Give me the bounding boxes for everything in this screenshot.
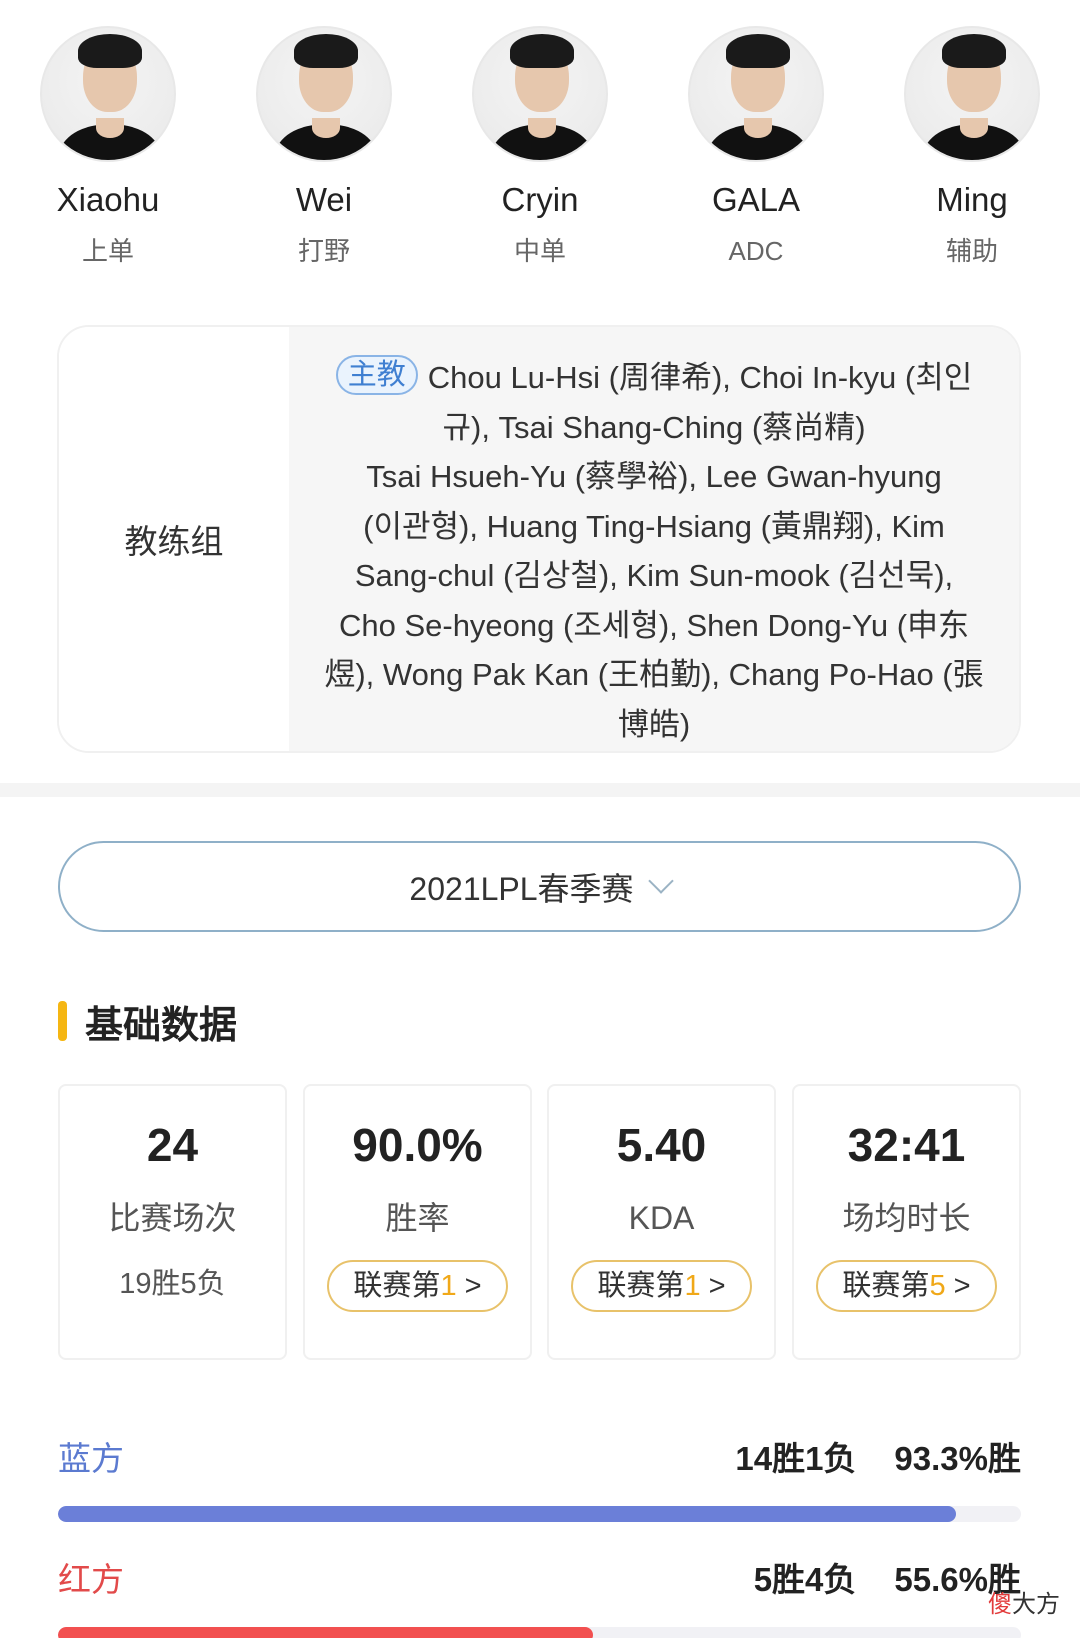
player-name: Ming <box>936 181 1008 218</box>
coach-list: 主教 Chou Lu-Hsi (周律希), Choi In-kyu (최인 규),… <box>289 327 1019 751</box>
section-title: 基础数据 <box>85 1004 238 1047</box>
coach-line: 煜), Wong Pak Kan (王柏勤), Chang Po-Hao (張 <box>324 657 984 692</box>
watermark-char: 傻 <box>988 1591 1012 1618</box>
league-rank-button[interactable]: 联赛第1 > <box>327 1260 508 1312</box>
season-selector[interactable]: 2021LPL春季赛 <box>58 841 1021 932</box>
side-name: 红方 <box>58 1561 124 1598</box>
stat-label: 场均时长 <box>842 1200 971 1236</box>
player-role: 中单 <box>513 236 566 266</box>
stat-value: 24 <box>146 1119 199 1171</box>
rank-number: 5 <box>929 1270 946 1302</box>
player-role: 打野 <box>297 236 350 266</box>
stat-card-duration: 32:41 场均时长 联赛第5 > <box>792 1084 1021 1360</box>
win-rate-track <box>58 1627 1021 1638</box>
stat-record: 19胜5负 <box>119 1268 226 1300</box>
win-rate-fill <box>58 1506 957 1522</box>
chevron-right-icon: > <box>708 1270 726 1302</box>
rank-number: 1 <box>684 1270 701 1302</box>
rank-prefix: 联赛第 <box>353 1270 441 1302</box>
coach-line: 博皓) <box>617 706 691 742</box>
side-name: 蓝方 <box>58 1440 124 1477</box>
avatar <box>40 26 176 162</box>
rank-prefix: 联赛第 <box>597 1270 685 1302</box>
coach-line: 主教 Chou Lu-Hsi (周律希), Choi In-kyu (최인 <box>295 353 1013 403</box>
chevron-right-icon: > <box>464 1270 482 1302</box>
avatar <box>256 26 392 162</box>
coach-label: 教练组 <box>59 327 289 751</box>
stat-card-matches: 24 比赛场次 19胜5负 <box>58 1084 287 1360</box>
stat-value: 90.0% <box>352 1119 483 1171</box>
head-coach-tag: 主教 <box>335 355 418 395</box>
player-list: Xiaohu 上单 Wei 打野 Cryin 中单 GALA ADC Ming … <box>0 0 1080 300</box>
league-rank-button[interactable]: 联赛第5 > <box>816 1260 997 1312</box>
coach-panel: 教练组 主教 Chou Lu-Hsi (周律希), Choi In-kyu (최인… <box>57 325 1021 753</box>
player-card-ming[interactable]: Ming 辅助 <box>864 26 1080 266</box>
player-card-xiaohu[interactable]: Xiaohu 上单 <box>0 26 216 266</box>
avatar <box>904 26 1040 162</box>
section-accent-bar <box>58 1001 67 1041</box>
stat-value: 5.40 <box>616 1119 707 1171</box>
rank-prefix: 联赛第 <box>842 1270 930 1302</box>
player-role: 上单 <box>81 236 134 266</box>
coach-line: Cho Se-hyeong (조세형), Shen Dong-Yu (申东 <box>338 607 970 643</box>
player-name: Cryin <box>501 181 579 218</box>
player-name: Xiaohu <box>56 181 160 218</box>
stat-label: KDA <box>628 1200 695 1236</box>
chevron-down-icon <box>647 867 674 894</box>
side-record: 14胜1负 <box>735 1440 857 1477</box>
section-header: 基础数据 <box>58 998 237 1047</box>
player-name: GALA <box>711 181 801 218</box>
stat-label: 胜率 <box>385 1200 450 1236</box>
player-name: Wei <box>295 181 353 218</box>
stat-card-winrate: 90.0% 胜率 联赛第1 > <box>303 1084 532 1360</box>
side-stats: 5胜4负 55.6%胜 <box>754 1553 1021 1601</box>
avatar <box>688 26 824 162</box>
player-card-wei[interactable]: Wei 打野 <box>216 26 432 266</box>
side-record: 5胜4负 <box>753 1561 857 1598</box>
coach-line: (이관형), Huang Ting-Hsiang (黃鼎翔), Kim <box>363 508 945 544</box>
league-rank-button[interactable]: 联赛第1 > <box>571 1260 752 1312</box>
rank-number: 1 <box>440 1270 457 1302</box>
watermark: 傻大方 <box>988 1584 1060 1619</box>
blue-side-stats: 蓝方 14胜1负 93.3%胜 <box>58 1434 1021 1522</box>
red-side-stats: 红方 5胜4负 55.6%胜 <box>58 1555 1021 1638</box>
win-rate-track <box>58 1506 1021 1522</box>
stat-card-kda: 5.40 KDA 联赛第1 > <box>547 1084 776 1360</box>
stat-label: 比赛场次 <box>108 1200 237 1236</box>
win-rate-fill <box>58 1627 594 1638</box>
player-role: 辅助 <box>945 236 998 266</box>
side-win-rate: 93.3%胜 <box>894 1440 1021 1477</box>
stat-value: 32:41 <box>847 1119 966 1171</box>
coach-line: Sang-chul (김상철), Kim Sun-mook (김선묵), <box>354 558 954 593</box>
player-role: ADC <box>728 236 784 266</box>
side-stats: 14胜1负 93.3%胜 <box>735 1432 1021 1480</box>
watermark-text: 大方 <box>1012 1591 1060 1618</box>
section-divider <box>0 783 1080 797</box>
coach-text: Chou Lu-Hsi (周律希), Choi In-kyu (최인 <box>427 360 973 395</box>
coach-line: Tsai Hsueh-Yu (蔡學裕), Lee Gwan-hyung <box>366 459 942 494</box>
player-card-gala[interactable]: GALA ADC <box>648 26 864 266</box>
stat-cards: 24 比赛场次 19胜5负 90.0% 胜率 联赛第1 > 5.40 KDA 联… <box>58 1084 1021 1360</box>
coach-line: 규), Tsai Shang-Ching (蔡尚精) <box>442 409 866 445</box>
chevron-right-icon: > <box>953 1270 971 1302</box>
player-card-cryin[interactable]: Cryin 中单 <box>432 26 648 266</box>
avatar <box>472 26 608 162</box>
season-label: 2021LPL春季赛 <box>409 870 634 907</box>
